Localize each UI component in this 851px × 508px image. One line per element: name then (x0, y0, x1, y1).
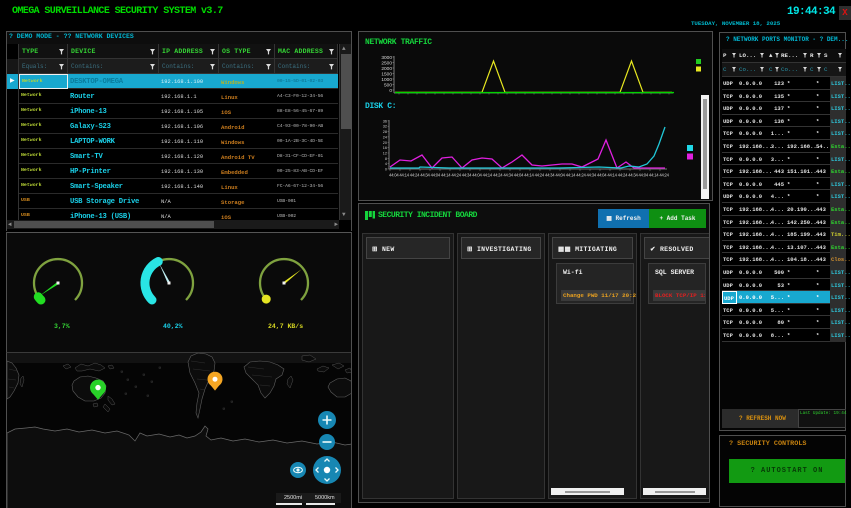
svg-text:8: 8 (385, 157, 387, 161)
svg-text:4: 4 (385, 162, 387, 166)
svg-text:1000: 1000 (381, 77, 392, 83)
svg-text:32: 32 (383, 125, 387, 129)
svg-text:500: 500 (384, 82, 392, 88)
svg-text:36: 36 (383, 119, 387, 123)
svg-text:28: 28 (383, 130, 387, 134)
svg-text:2000: 2000 (381, 66, 392, 72)
svg-text:12: 12 (383, 152, 387, 156)
svg-text:16: 16 (383, 146, 387, 150)
svg-text:2500: 2500 (381, 60, 392, 66)
svg-text:44:04 44:14 44:24 44:34 44:04: 44:04 44:14 44:24 44:34 44:04 44:14 44:2… (389, 173, 670, 178)
svg-text:0: 0 (385, 168, 387, 172)
svg-text:20: 20 (383, 141, 387, 145)
svg-text:3000: 3000 (381, 55, 392, 61)
svg-text:0: 0 (389, 88, 392, 94)
svg-text:1500: 1500 (381, 71, 392, 77)
svg-text:24: 24 (383, 135, 387, 139)
